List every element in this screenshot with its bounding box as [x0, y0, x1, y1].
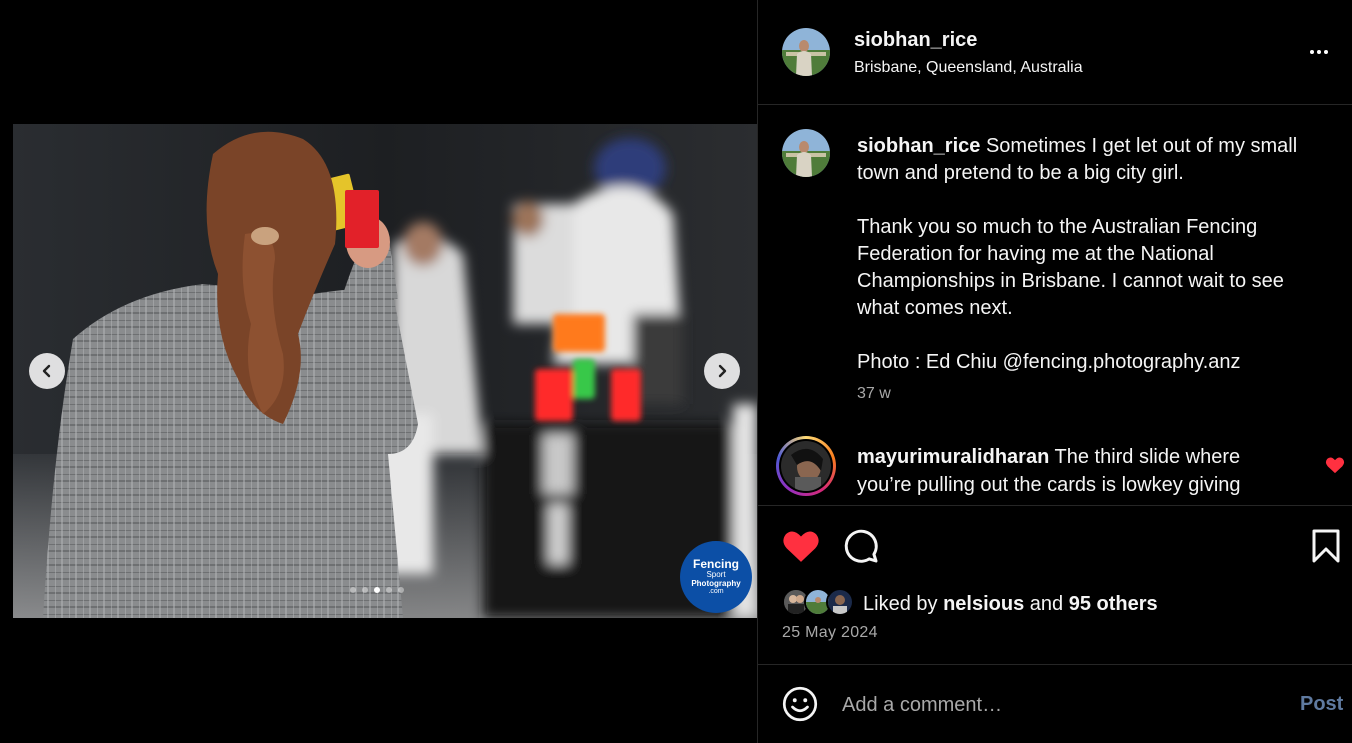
caption-avatar[interactable]: [782, 129, 830, 177]
watermark-text: Fencing Sport Photography .com: [682, 558, 750, 596]
fencing-photo: [13, 124, 757, 618]
chevron-left-icon: [42, 364, 51, 378]
more-options-icon[interactable]: [1310, 44, 1334, 60]
watermark-line-4: .com: [708, 588, 724, 595]
comment-username[interactable]: mayurimuralidharan: [857, 446, 1049, 468]
post-actions: Liked by nelsious and 95 others 25 May 2…: [758, 505, 1352, 665]
post-date[interactable]: 25 May 2024: [782, 624, 878, 642]
carousel-dot: [386, 587, 392, 593]
bookmark-icon[interactable]: [1311, 528, 1341, 564]
post-author-username[interactable]: siobhan_rice: [854, 29, 977, 52]
post-caption: siobhan_rice Sometimes I get let out of …: [857, 133, 1327, 403]
comment-icon[interactable]: [843, 528, 879, 564]
post-media: Fencing Sport Photography .com: [0, 0, 758, 743]
likes-others-link[interactable]: 95 others: [1069, 593, 1158, 615]
chevron-right-icon: [718, 364, 727, 378]
comment-heart-icon[interactable]: [1325, 456, 1345, 474]
caption-username[interactable]: siobhan_rice: [857, 135, 980, 157]
carousel-next-button[interactable]: [704, 353, 740, 389]
caption-timestamp[interactable]: 37 w: [857, 385, 891, 403]
likes-joiner: and: [1029, 593, 1064, 615]
watermark-line-3: Photography: [691, 579, 741, 588]
watermark-line-2: Sport: [706, 570, 726, 579]
comment-item: mayurimuralidharan The third slide where…: [857, 443, 1297, 499]
heart-icon[interactable]: [782, 528, 820, 564]
post-location[interactable]: Brisbane, Queensland, Australia: [854, 59, 1083, 77]
profile-photo: [782, 28, 830, 76]
caption-paragraph: Photo : Ed Chiu @fencing.photography.anz: [857, 351, 1241, 373]
carousel-dot: [350, 587, 356, 593]
caption-paragraph: Thank you so much to the Australian Fenc…: [857, 216, 1284, 319]
profile-photo: [782, 129, 830, 177]
comment-input[interactable]: [842, 689, 1282, 721]
likes-prefix: Liked by: [863, 593, 938, 615]
emoji-icon[interactable]: [782, 686, 818, 722]
comment-composer: Post: [758, 665, 1352, 743]
liker-avatars[interactable]: [782, 588, 862, 618]
avatar[interactable]: [782, 28, 830, 76]
liker-avatar: [826, 588, 854, 616]
post-comment-button[interactable]: Post: [1300, 693, 1343, 716]
comment-avatar-story-ring[interactable]: [776, 436, 836, 496]
comments-section[interactable]: siobhan_rice Sometimes I get let out of …: [758, 105, 1352, 505]
carousel-dot: [398, 587, 404, 593]
carousel-dot-active: [374, 587, 380, 593]
post-side-panel: siobhan_rice Brisbane, Queensland, Austr…: [757, 0, 1352, 743]
post-header: siobhan_rice Brisbane, Queensland, Austr…: [758, 0, 1352, 105]
likes-summary: Liked by nelsious and 95 others: [863, 593, 1158, 616]
carousel-dot: [362, 587, 368, 593]
watermark-line-1: Fencing: [692, 557, 739, 571]
liker-username[interactable]: nelsious: [943, 593, 1024, 615]
commenter-photo: [781, 441, 831, 491]
carousel-indicator: [350, 587, 404, 593]
carousel-prev-button[interactable]: [29, 353, 65, 389]
post-photo[interactable]: Fencing Sport Photography .com: [13, 124, 757, 618]
